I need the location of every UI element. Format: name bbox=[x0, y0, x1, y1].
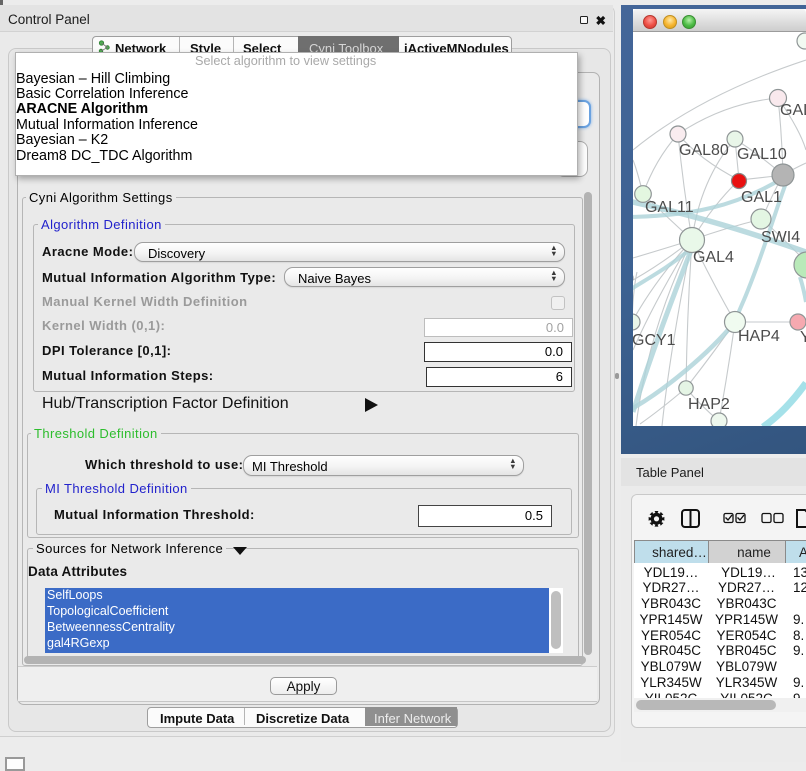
svg-text:GCY1: GCY1 bbox=[633, 332, 676, 349]
svg-text:GAL4: GAL4 bbox=[693, 249, 734, 266]
svg-text:HAP4: HAP4 bbox=[738, 328, 780, 345]
svg-text:GAL2: GAL2 bbox=[780, 102, 806, 119]
svg-text:GAL11: GAL11 bbox=[645, 199, 694, 216]
svg-text:GAL10: GAL10 bbox=[737, 146, 787, 163]
svg-text:SWI4: SWI4 bbox=[761, 229, 800, 246]
svg-text:GAL1: GAL1 bbox=[741, 189, 782, 206]
svg-text:HAP2: HAP2 bbox=[688, 396, 730, 413]
svg-text:GAL80: GAL80 bbox=[679, 142, 729, 159]
svg-text:Y: Y bbox=[800, 329, 806, 346]
